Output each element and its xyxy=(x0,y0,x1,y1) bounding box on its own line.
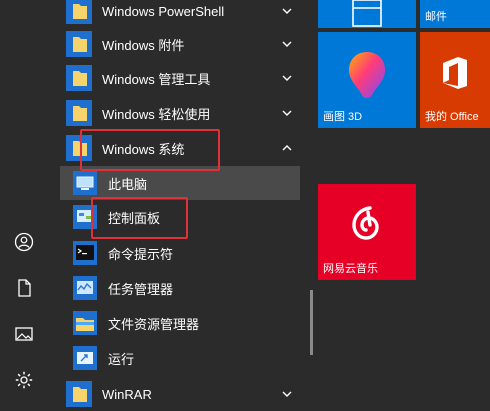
folder-icon xyxy=(66,135,92,161)
folder-icon xyxy=(66,100,92,126)
folder-windows-accessories[interactable]: Windows 附件 xyxy=(60,27,300,61)
chevron-down-icon xyxy=(282,41,292,47)
app-label: 运行 xyxy=(108,351,135,367)
tiles-area: 邮件 画图 3D 我的 Office 网易云音乐 xyxy=(316,0,490,405)
folder-label: WinRAR xyxy=(102,386,152,402)
app-task-manager[interactable]: 任务管理器 xyxy=(60,271,300,305)
folder-winrar[interactable]: WinRAR xyxy=(60,377,300,411)
folder-windows-system[interactable]: Windows 系统 xyxy=(60,131,300,165)
app-control-panel[interactable]: 控制面板 xyxy=(60,200,300,234)
control-panel-icon xyxy=(73,205,97,229)
tile-netease-music[interactable]: 网易云音乐 xyxy=(318,184,416,280)
tile-label: 画图 3D xyxy=(323,111,363,123)
folder-icon xyxy=(66,65,92,91)
folder-label: Windows 轻松使用 xyxy=(102,106,211,122)
netease-music-icon xyxy=(352,206,379,240)
tile-calendar[interactable] xyxy=(318,0,416,28)
run-icon xyxy=(73,346,97,370)
chevron-up-icon xyxy=(282,145,292,151)
app-label: 文件资源管理器 xyxy=(108,316,200,332)
settings-icon[interactable] xyxy=(14,370,34,390)
command-prompt-icon xyxy=(73,241,97,265)
folder-windows-ease-of-access[interactable]: Windows 轻松使用 xyxy=(60,96,300,130)
chevron-down-icon xyxy=(282,75,292,81)
folder-label: Windows 系统 xyxy=(102,141,185,157)
app-list: Windows PowerShell Windows 附件 Windows 管理… xyxy=(60,0,305,407)
folder-label: Windows 附件 xyxy=(102,37,185,53)
tile-label: 邮件 xyxy=(425,11,447,23)
pictures-icon[interactable] xyxy=(14,324,34,344)
tile-my-office[interactable]: 我的 Office xyxy=(420,32,490,128)
folder-windows-admin-tools[interactable]: Windows 管理工具 xyxy=(60,61,300,95)
start-left-rail xyxy=(0,0,48,405)
office-icon xyxy=(443,57,467,89)
paint-3d-icon xyxy=(349,52,385,98)
tile-label: 网易云音乐 xyxy=(323,263,378,275)
computer-icon xyxy=(73,171,97,195)
chevron-down-icon xyxy=(282,391,292,397)
app-label: 控制面板 xyxy=(108,210,161,226)
folder-label: Windows 管理工具 xyxy=(102,71,211,87)
app-run[interactable]: 运行 xyxy=(60,341,300,375)
user-icon[interactable] xyxy=(14,232,34,252)
folder-icon xyxy=(66,31,92,57)
tile-paint-3d[interactable]: 画图 3D xyxy=(318,32,416,128)
file-explorer-icon xyxy=(73,311,97,335)
chevron-down-icon xyxy=(282,8,292,14)
document-icon[interactable] xyxy=(14,278,34,298)
app-label: 任务管理器 xyxy=(108,281,174,297)
folder-icon xyxy=(66,0,92,24)
app-command-prompt[interactable]: 命令提示符 xyxy=(60,236,300,270)
task-manager-icon xyxy=(73,276,97,300)
app-list-scrollbar[interactable] xyxy=(310,290,313,355)
app-file-explorer[interactable]: 文件资源管理器 xyxy=(60,306,300,340)
app-this-pc[interactable]: 此电脑 xyxy=(60,166,300,200)
folder-label: Windows PowerShell xyxy=(102,3,225,19)
app-label: 命令提示符 xyxy=(108,246,174,262)
calendar-icon xyxy=(352,0,382,27)
folder-icon xyxy=(66,381,92,407)
folder-windows-powershell[interactable]: Windows PowerShell xyxy=(60,0,300,28)
chevron-down-icon xyxy=(282,110,292,116)
tile-label: 我的 Office xyxy=(425,111,479,123)
app-label: 此电脑 xyxy=(108,176,148,192)
tile-mail[interactable]: 邮件 xyxy=(420,0,490,28)
